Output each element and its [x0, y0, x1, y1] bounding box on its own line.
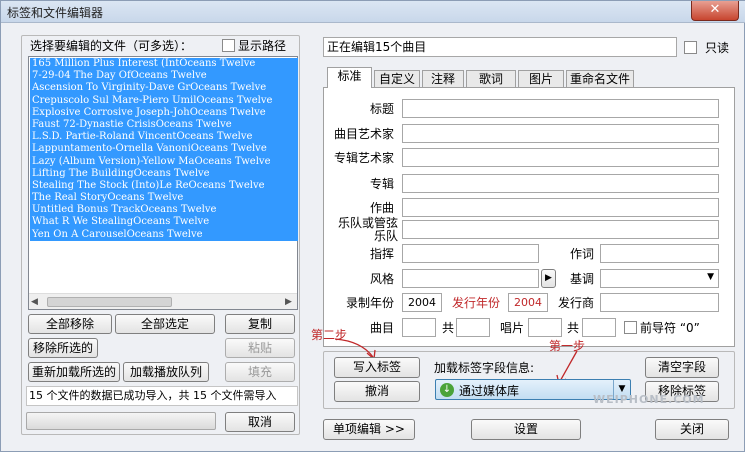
copy-button[interactable]: 复制 — [225, 314, 295, 334]
file-list-item[interactable]: Lappuntamento-Ornella VanoniOceans Twelv… — [30, 143, 298, 156]
tab-1[interactable]: 自定义 — [374, 70, 420, 88]
window-title: 标签和文件编辑器 — [7, 6, 104, 20]
composer-input[interactable] — [402, 198, 719, 217]
title-label: 标题 — [370, 102, 395, 116]
file-list-item[interactable]: Explosive Corrosive Joseph-JohOceans Twe… — [30, 106, 298, 119]
lyricist-label: 作词 — [570, 247, 595, 261]
file-list-item[interactable]: Lifting The BuildingOceans Twelve — [30, 167, 298, 180]
disc-label: 唱片 — [500, 321, 525, 335]
select-all-button[interactable]: 全部选定 — [115, 314, 215, 334]
file-list-item[interactable]: Crepuscolo Sul Mare-Piero UmilOceans Twe… — [30, 94, 298, 107]
genre-label: 风格 — [370, 272, 395, 286]
album-artist-input[interactable] — [402, 148, 719, 167]
editing-status-field: 正在编辑15个曲目 — [323, 37, 677, 57]
disc-of-label: 共 — [567, 321, 580, 335]
select-files-label: 选择要编辑的文件（可多选）： — [28, 37, 195, 54]
track-number-input[interactable] — [402, 318, 436, 337]
conductor-input[interactable] — [402, 244, 539, 263]
release-year-label: 发行年份 — [452, 296, 501, 310]
clear-fields-button[interactable]: 清空字段 — [645, 357, 719, 378]
band-input[interactable] — [402, 220, 719, 239]
editor-window: 标签和文件编辑器 ✕ 选择要编辑的文件（可多选）： 显示路径 165 Milli… — [0, 0, 745, 452]
file-list-item[interactable]: Yen On A CarouselOceans Twelve — [30, 228, 298, 241]
file-list-item[interactable]: What R We StealingOceans Twelve — [30, 216, 298, 229]
track-artist-label: 曲目艺术家 — [334, 127, 395, 141]
file-items: 165 Million Plus Interest (IntOceans Twe… — [30, 58, 298, 241]
track-of-label: 共 — [442, 321, 455, 335]
key-label: 基调 — [570, 272, 595, 286]
settings-button[interactable]: 设置 — [471, 419, 581, 440]
disc-number-input[interactable] — [528, 318, 562, 337]
disc-total-input[interactable] — [582, 318, 616, 337]
title-input[interactable] — [402, 99, 719, 118]
publisher-label: 发行商 — [558, 296, 595, 310]
file-list-item[interactable]: 165 Million Plus Interest (IntOceans Twe… — [30, 58, 298, 71]
genre-arrow-icon[interactable]: ▶ — [541, 269, 556, 288]
readonly-checkbox[interactable] — [684, 41, 697, 54]
file-panel: 选择要编辑的文件（可多选）： 显示路径 165 Million Plus Int… — [21, 35, 300, 435]
show-path-label: 显示路径 — [238, 39, 287, 53]
tab-5[interactable]: 重命名文件 — [566, 70, 634, 88]
file-list-item[interactable]: Stealing The Stock (Into)Le ReOceans Twe… — [30, 179, 298, 193]
release-year-input[interactable]: 2004 — [508, 293, 548, 312]
file-list-item[interactable]: Lazy (Album Version)-Yellow MaOceans Twe… — [30, 155, 298, 168]
lyricist-input[interactable] — [600, 244, 719, 263]
load-info-label: 加载标签字段信息: — [434, 361, 535, 375]
write-tags-button[interactable]: 写入标签 — [334, 357, 420, 378]
tab-3[interactable]: 歌词 — [466, 70, 516, 88]
rec-year-input[interactable]: 2004 — [402, 293, 442, 312]
chevron-down-icon: ▼ — [707, 272, 714, 282]
tab-0[interactable]: 标准 — [327, 67, 372, 88]
paste-button[interactable]: 粘贴 — [225, 338, 295, 358]
tab-2[interactable]: 注释 — [422, 70, 464, 88]
remove-selected-button[interactable]: 移除所选的 — [28, 338, 98, 358]
conductor-label: 指挥 — [370, 247, 395, 261]
scroll-right-icon[interactable]: ▶ — [285, 297, 292, 307]
track-number-label: 曲目 — [370, 321, 395, 335]
progress-bar — [26, 412, 216, 430]
download-icon: ↓ — [440, 383, 454, 397]
scroll-thumb[interactable] — [47, 297, 172, 307]
album-input[interactable] — [402, 174, 719, 193]
album-artist-label: 专辑艺术家 — [334, 151, 395, 165]
publisher-input[interactable] — [600, 293, 719, 312]
readonly-label: 只读 — [705, 41, 730, 55]
load-source-value: 通过媒体库 — [459, 384, 520, 398]
track-total-input[interactable] — [456, 318, 490, 337]
close-button[interactable]: 关闭 — [655, 419, 729, 440]
file-list-item[interactable]: The Real StoryOceans Twelve — [30, 192, 298, 205]
watermark-logo: WEIPHONE.COM — [593, 393, 705, 406]
key-dropdown[interactable]: ▼ — [600, 269, 719, 288]
track-artist-input[interactable] — [402, 124, 719, 143]
fill-button[interactable]: 填充 — [225, 362, 295, 382]
remove-all-button[interactable]: 全部移除 — [28, 314, 112, 334]
standard-tab-pane: 标题 曲目艺术家 专辑艺术家 专辑 作曲 乐队或管弦乐队 指挥 作词 风格 ▶ … — [323, 87, 735, 347]
close-window-button[interactable]: ✕ — [691, 1, 739, 21]
file-list-item[interactable]: Ascension To Virginity-Dave GrOceans Twe… — [30, 82, 298, 95]
leading-zero-checkbox[interactable] — [624, 321, 637, 334]
undo-button[interactable]: 撤消 — [334, 381, 420, 402]
tab-4[interactable]: 图片 — [518, 70, 564, 88]
horizontal-scrollbar[interactable]: ◀ ▶ — [29, 293, 297, 309]
file-list-item[interactable]: L.S.D. Partie-Roland VincentOceans Twelv… — [30, 131, 298, 144]
scroll-left-icon[interactable]: ◀ — [31, 297, 38, 307]
reload-selected-button[interactable]: 重新加载所选的 — [28, 362, 120, 382]
import-status: 15 个文件的数据已成功导入，共 15 个文件需导入 — [26, 386, 298, 406]
genre-input[interactable] — [402, 269, 539, 288]
single-edit-button[interactable]: 单项编辑 >> — [323, 419, 415, 440]
file-list[interactable]: 165 Million Plus Interest (IntOceans Twe… — [28, 56, 298, 310]
show-path-checkbox[interactable] — [222, 39, 235, 52]
leading-zero-label: 前导符 “0” — [640, 321, 700, 335]
file-list-item[interactable]: Untitled Bonus TrackOceans Twelve — [30, 204, 298, 217]
file-list-item[interactable]: 7-29-04 The Day OfOceans Twelve — [30, 70, 298, 83]
cancel-button[interactable]: 取消 — [225, 412, 295, 432]
load-playlist-button[interactable]: 加载播放队列 — [123, 362, 209, 382]
album-label: 专辑 — [370, 177, 395, 191]
composer-label: 作曲 — [370, 201, 395, 215]
band-label: 乐队或管弦乐队 — [337, 216, 398, 243]
file-list-item[interactable]: Faust 72-Dynastie CrisisOceans Twelve — [30, 118, 298, 132]
rec-year-label: 录制年份 — [346, 296, 395, 310]
title-bar: 标签和文件编辑器 ✕ — [1, 1, 745, 23]
